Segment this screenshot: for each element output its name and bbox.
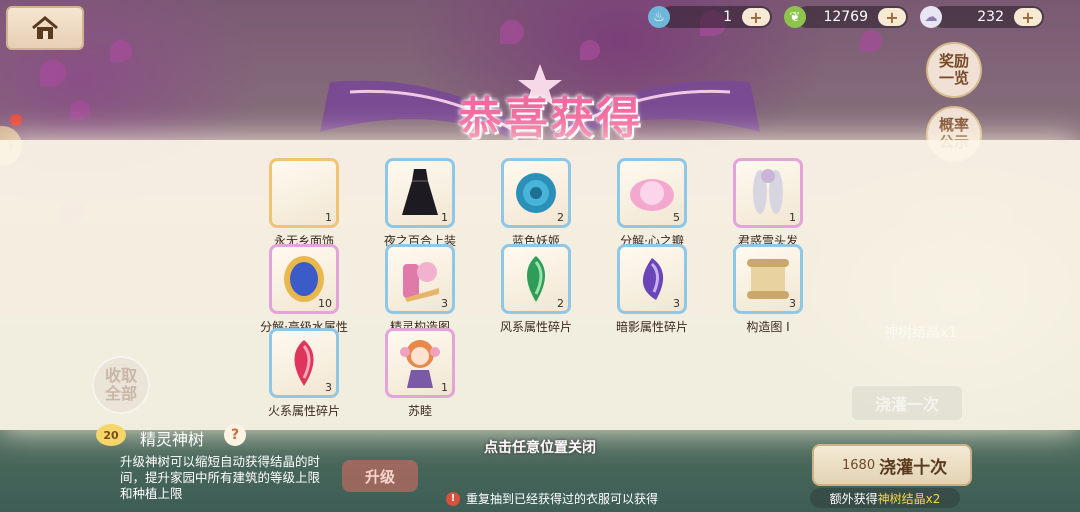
heart-petal-icon (630, 179, 674, 211)
item-count: 1 (325, 211, 332, 224)
item-name: 风系属性碎片 (499, 320, 572, 334)
repeat-note-text: 重复抽到已经获得过的衣服可以获得 (466, 492, 659, 506)
home-button[interactable] (6, 6, 84, 50)
tree-title: 精灵神树 (140, 430, 205, 449)
water-ten-cost: 1680 (842, 457, 876, 473)
add-resource-button[interactable]: + (878, 8, 906, 27)
item-icon-frame: 5 (617, 158, 687, 228)
item-count: 1 (789, 211, 796, 224)
upgrade-button[interactable]: 升级 (342, 460, 418, 492)
reward-item[interactable]: 1 永无乡面饰 (244, 158, 364, 249)
item-icon-frame: 3 (617, 244, 687, 314)
item-count: 2 (557, 297, 564, 310)
reward-item[interactable]: 2 风系属性碎片 (476, 244, 596, 335)
reward-item[interactable]: 3 精灵构造图 (360, 244, 480, 335)
red-shard-icon (294, 340, 314, 386)
item-count: 3 (325, 381, 332, 394)
collect-all-label: 收取全部 (104, 366, 137, 403)
item-name: 苏睦 (407, 404, 432, 418)
item-count: 3 (789, 297, 796, 310)
flower-decoration (580, 40, 600, 60)
item-icon-frame: 3 (385, 244, 455, 314)
collect-all-button[interactable]: 收取全部 (92, 356, 150, 414)
repeat-note: ! 重复抽到已经获得过的衣服可以获得 (446, 490, 746, 507)
reward-item[interactable]: 10 分解·高级水属性 (244, 244, 364, 335)
white-hair-icon (753, 169, 783, 214)
reward-item[interactable]: 1 苏睦 (360, 328, 480, 419)
item-count: 2 (557, 211, 564, 224)
item-count: 10 (318, 297, 332, 310)
reward-item[interactable]: 1 夜之百合上装 (360, 158, 480, 249)
flower-decoration (40, 60, 66, 86)
notification-dot (10, 114, 22, 126)
resource-value: 12769 (823, 9, 868, 25)
resource-leaf: ❦ 12769 + (784, 6, 908, 28)
item-count: 3 (673, 297, 680, 310)
rewards-preview-button[interactable]: 奖励一览 (926, 42, 982, 98)
reward-item[interactable]: 2 蓝色妖姬 (476, 158, 596, 249)
item-icon-frame: 1 (733, 158, 803, 228)
item-icon-frame: 1 (385, 328, 455, 398)
flower-decoration (860, 30, 882, 52)
reward-item[interactable]: 5 分解·心之瓣 (592, 158, 712, 249)
crystal-reward-label: 神树结晶x1 (884, 325, 958, 341)
item-icon-frame: 3 (733, 244, 803, 314)
item-count: 1 (441, 381, 448, 394)
rewards-preview-label: 奖励一览 (938, 52, 969, 87)
tree-description: 升级神树可以缩短自动获得结晶的时间，提升家园中所有建筑的等级上限和种植上限 (120, 454, 321, 501)
resource-value: 232 (977, 9, 1004, 25)
resource-value: 1 (723, 9, 732, 25)
flower-decoration (70, 100, 90, 120)
paper-scroll-icon (747, 259, 789, 299)
chibi-girl-icon (400, 340, 440, 388)
item-icon-frame: 1 (269, 158, 339, 228)
house-icon (32, 16, 58, 39)
tree-level-badge: 20 (96, 424, 126, 446)
flower-decoration (500, 20, 524, 44)
item-count: 3 (441, 297, 448, 310)
add-resource-button[interactable]: + (1014, 8, 1042, 27)
item-count: 5 (673, 211, 680, 224)
item-icon-frame: 1 (385, 158, 455, 228)
item-icon-frame: 2 (501, 158, 571, 228)
reward-item[interactable]: 3 火系属性碎片 (244, 328, 364, 419)
purple-shard-icon (642, 258, 664, 300)
warning-icon: ! (446, 491, 460, 506)
extra-item: 神树结晶x2 (877, 491, 941, 506)
green-shard-icon (527, 256, 545, 302)
leaf-icon: ❦ (784, 6, 806, 28)
cloud-sheep-icon: ☁ (920, 6, 942, 28)
reward-item[interactable]: 1 君惑雪头发 (708, 158, 828, 249)
close-hint: 点击任意位置关闭 (484, 440, 596, 456)
item-icon-frame: 3 (269, 328, 339, 398)
water-once-button[interactable]: 浇灌一次 (852, 386, 962, 420)
resource-cloud-sheep: ☁ 232 + (920, 6, 1044, 28)
reward-item[interactable]: 3 暗影属性碎片 (592, 244, 712, 335)
water-ten-label: 浇灌十次 (879, 457, 948, 478)
blue-rose-icon (516, 173, 556, 213)
item-count: 1 (441, 211, 448, 224)
extra-prefix: 额外获得 (829, 491, 878, 506)
help-button[interactable]: ? (224, 424, 246, 446)
congrats-title: 恭喜获得 (458, 93, 642, 144)
item-name: 暗影属性碎片 (615, 320, 688, 334)
water-ten-button[interactable]: 1680 浇灌十次 (812, 444, 972, 486)
resource-bath-ticket: ♨ 1 + (648, 6, 772, 28)
dark-dress-icon (402, 169, 438, 215)
flower-decoration (110, 40, 132, 62)
item-name: 火系属性碎片 (267, 404, 340, 418)
blueprint-scroll-icon (403, 262, 439, 302)
bath-ticket-icon: ♨ (648, 6, 670, 28)
extra-reward-bar: 额外获得 神树结晶x2 (810, 488, 960, 508)
item-name: 构造图 Ⅰ (746, 320, 790, 334)
add-resource-button[interactable]: + (742, 8, 770, 27)
item-icon-frame: 10 (269, 244, 339, 314)
reward-item[interactable]: 3 构造图 Ⅰ (708, 244, 828, 335)
item-icon-frame: 2 (501, 244, 571, 314)
